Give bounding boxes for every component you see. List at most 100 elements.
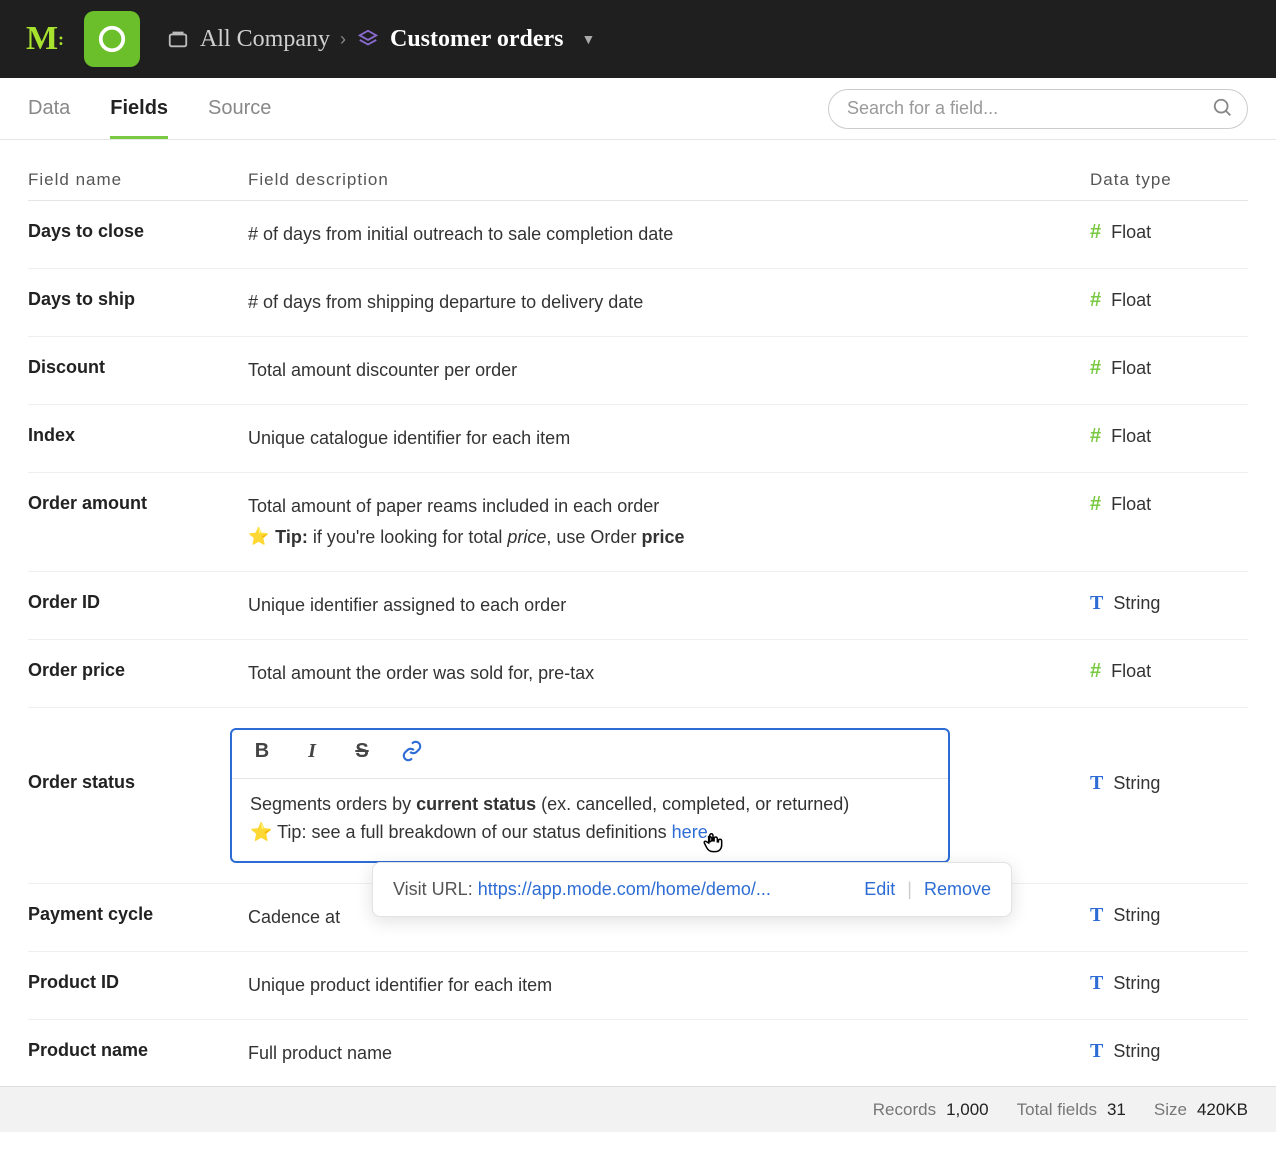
star-icon: ⭐ (250, 822, 272, 842)
field-type-label: Float (1111, 494, 1151, 515)
field-type: # Float (1078, 289, 1248, 312)
field-name[interactable]: Index (28, 425, 248, 446)
field-type-label: Float (1111, 426, 1151, 447)
field-type-label: Float (1111, 222, 1151, 243)
table-row: Product ID Unique product identifier for… (28, 952, 1248, 1020)
table-row: Order amount Total amount of paper reams… (28, 473, 1248, 572)
popover-label: Visit URL: (393, 879, 478, 899)
breadcrumb-current[interactable]: Customer orders (390, 26, 564, 53)
field-name[interactable]: Order amount (28, 493, 248, 514)
strikethrough-button[interactable]: S (350, 740, 374, 768)
tip-label: Tip: (277, 822, 306, 842)
desc-bold: current status (416, 794, 536, 814)
status-fields-label: Total fields (1017, 1100, 1097, 1120)
star-icon: ⭐ (248, 524, 269, 550)
tab-data[interactable]: Data (28, 79, 70, 139)
field-description[interactable]: Total amount the order was sold for, pre… (248, 660, 1078, 687)
field-name[interactable]: Days to ship (28, 289, 248, 310)
status-size-value: 420KB (1197, 1100, 1248, 1120)
link-button[interactable] (400, 740, 424, 768)
string-type-icon: T (1090, 904, 1103, 927)
fields-table: Field name Field description Data type D… (0, 140, 1276, 1157)
tip-bold: price (641, 527, 684, 547)
field-type: # Float (1078, 660, 1248, 683)
float-type-icon: # (1090, 289, 1101, 312)
status-records: Records 1,000 (873, 1100, 989, 1120)
float-type-icon: # (1090, 357, 1101, 380)
app-topbar: M: All Company › Customer orders ▼ (0, 0, 1276, 78)
tip-text: , use Order (546, 527, 641, 547)
field-description[interactable]: # of days from shipping departure to del… (248, 289, 1078, 316)
status-records-value: 1,000 (946, 1100, 989, 1120)
tabs-row: Data Fields Source (0, 78, 1276, 140)
breadcrumb-dropdown-icon[interactable]: ▼ (582, 31, 596, 47)
breadcrumb-root[interactable]: All Company (200, 26, 330, 53)
field-name[interactable]: Order status (28, 728, 248, 793)
field-name[interactable]: Product name (28, 1040, 248, 1061)
chevron-right-icon: › (340, 29, 346, 50)
tip-em: price (507, 527, 546, 547)
field-type: # Float (1078, 493, 1248, 516)
status-fields-value: 31 (1107, 1100, 1126, 1120)
float-type-icon: # (1090, 660, 1101, 683)
tab-source[interactable]: Source (208, 79, 271, 139)
table-header-row: Field name Field description Data type (28, 164, 1248, 201)
field-type-label: String (1113, 593, 1160, 614)
field-type-label: String (1113, 973, 1160, 994)
tabs: Data Fields Source (28, 78, 271, 139)
field-type: # Float (1078, 425, 1248, 448)
search-input[interactable] (828, 89, 1248, 129)
tip-text: see a full breakdown of our status defin… (306, 822, 671, 842)
tab-fields[interactable]: Fields (110, 79, 168, 139)
field-type: T String (1078, 592, 1248, 615)
field-type: T String (1078, 904, 1248, 927)
status-size-label: Size (1154, 1100, 1187, 1120)
col-header-type: Data type (1078, 170, 1248, 190)
float-type-icon: # (1090, 493, 1101, 516)
desc-text: (ex. cancelled, completed, or returned) (536, 794, 849, 814)
bold-button[interactable]: B (250, 740, 274, 768)
field-name[interactable]: Order ID (28, 592, 248, 613)
field-name[interactable]: Order price (28, 660, 248, 681)
field-description[interactable]: Total amount discounter per order (248, 357, 1078, 384)
editor-content[interactable]: Segments orders by current status (ex. c… (232, 779, 948, 861)
field-type-label: String (1113, 773, 1160, 794)
field-description[interactable]: Unique identifier assigned to each order (248, 592, 1078, 619)
field-description[interactable]: Total amount of paper reams included in … (248, 493, 1078, 551)
field-name[interactable]: Payment cycle (28, 904, 248, 925)
table-row: Days to close # of days from initial out… (28, 201, 1248, 269)
status-records-label: Records (873, 1100, 936, 1120)
field-description-text: Total amount of paper reams included in … (248, 493, 1078, 520)
popover-url[interactable]: https://app.mode.com/home/demo/... (478, 879, 771, 899)
string-type-icon: T (1090, 592, 1103, 615)
col-header-name: Field name (28, 170, 248, 190)
desc-text: Segments orders by (250, 794, 416, 814)
field-description[interactable]: # of days from initial outreach to sale … (248, 221, 1078, 248)
table-row: Discount Total amount discounter per ord… (28, 337, 1248, 405)
field-description[interactable]: Full product name (248, 1040, 1078, 1067)
table-row-editing: Order status B I S Segments orders by cu… (28, 708, 1248, 884)
brand-logo-m-icon[interactable]: M: (20, 15, 68, 63)
table-row: Order ID Unique identifier assigned to e… (28, 572, 1248, 640)
field-name[interactable]: Discount (28, 357, 248, 378)
field-type-label: Float (1111, 358, 1151, 379)
italic-button[interactable]: I (300, 740, 324, 768)
table-row: Index Unique catalogue identifier for ea… (28, 405, 1248, 473)
field-type: # Float (1078, 221, 1248, 244)
float-type-icon: # (1090, 221, 1101, 244)
field-name[interactable]: Days to close (28, 221, 248, 242)
workspace-avatar-icon[interactable] (84, 11, 140, 67)
popover-remove-button[interactable]: Remove (924, 879, 991, 900)
field-type: T String (1078, 1040, 1248, 1063)
string-type-icon: T (1090, 1040, 1103, 1063)
popover-edit-button[interactable]: Edit (864, 879, 895, 900)
field-name[interactable]: Product ID (28, 972, 248, 993)
field-description[interactable]: Unique catalogue identifier for each ite… (248, 425, 1078, 452)
search-icon[interactable] (1212, 97, 1234, 124)
collection-icon (166, 27, 190, 51)
table-row: Order price Total amount the order was s… (28, 640, 1248, 708)
string-type-icon: T (1090, 772, 1103, 795)
field-description[interactable]: Unique product identifier for each item (248, 972, 1078, 999)
tip-label: Tip: (275, 527, 308, 547)
description-editor[interactable]: B I S Segments orders by current status … (230, 728, 950, 863)
